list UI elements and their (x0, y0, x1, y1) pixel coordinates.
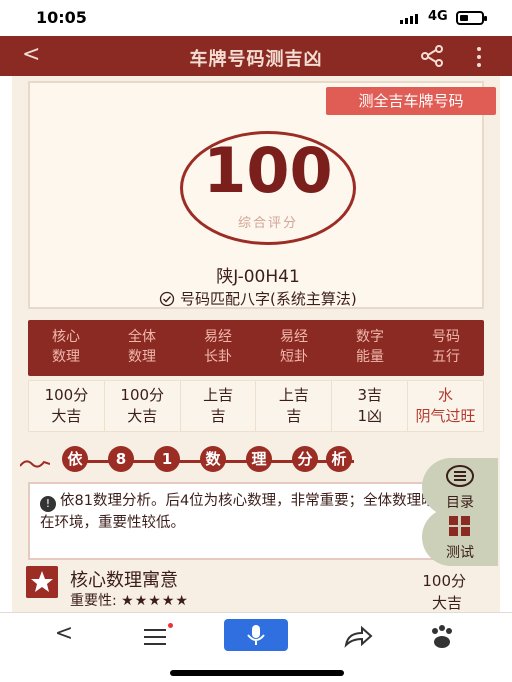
attr-label: 核心 数理 (52, 329, 80, 365)
section-char: 分 (292, 446, 318, 472)
core-number-meaning: 核心数理寓意 重要性: ★★★★★ 100分 大吉 (26, 566, 486, 612)
importance-row: 重要性: ★★★★★ (70, 590, 189, 610)
cloud-ornament-icon (20, 460, 50, 468)
grid-icon (449, 516, 470, 536)
attr-value: 3吉 1凶 (332, 381, 409, 431)
forward-share-icon[interactable] (338, 621, 378, 653)
title-bar: < 车牌号码测吉凶 (0, 36, 512, 76)
attr-value: 上吉 吉 (181, 381, 257, 431)
attr-label: 数字 能量 (356, 329, 384, 365)
paw-icon[interactable] (422, 621, 462, 653)
share-icon[interactable] (420, 45, 444, 67)
status-bar: 10:05 4G (0, 0, 512, 36)
attr-label: 全体 数理 (128, 329, 156, 365)
section-char: 数 (200, 446, 226, 472)
info-icon: ! (40, 496, 56, 512)
battery-icon (456, 11, 487, 25)
score-label: 综合评分 (237, 216, 298, 231)
star-badge-icon (26, 566, 58, 598)
status-time: 10:05 (36, 8, 87, 27)
method-text: 号码匹配八字(系统主算法) (180, 290, 357, 308)
browser-toolbar: < (0, 612, 512, 660)
section-char: 1 (154, 446, 180, 472)
full-lucky-plate-button[interactable]: 测全吉车牌号码 (326, 87, 496, 115)
more-icon[interactable] (476, 47, 482, 67)
score-value: 100 (203, 134, 333, 207)
core-grade: 大吉 (431, 594, 462, 612)
microphone-icon (247, 625, 265, 645)
importance-label: 重要性: (70, 593, 117, 609)
attr-value: 水 阴气过旺 (415, 386, 476, 425)
method-line: 号码匹配八字(系统主算法) (30, 288, 486, 309)
score-circle: 100 综合评分 (180, 131, 356, 245)
attr-value: 上吉 吉 (256, 381, 333, 431)
core-title: 核心数理寓意 (70, 570, 178, 591)
list-icon (446, 465, 474, 487)
attr-label: 易经 长卦 (204, 329, 232, 365)
back-nav-icon[interactable]: < (44, 621, 84, 653)
section-char: 8 (108, 446, 134, 472)
check-icon (160, 291, 175, 307)
attr-value: 100分 大吉 (29, 381, 105, 431)
network-label: 4G (428, 9, 448, 24)
plate-number: 陕J-00H41 (216, 267, 300, 287)
test-float-button[interactable]: 测试 (422, 508, 498, 566)
section-heading: 依 8 1 数 理 分 析 (20, 444, 428, 474)
attr-label: 易经 短卦 (280, 329, 308, 365)
attr-label: 号码 五行 (432, 329, 460, 365)
voice-search-button[interactable] (224, 619, 288, 651)
section-char: 依 (62, 446, 88, 472)
attr-value: 100分 大吉 (105, 381, 181, 431)
attribute-header-row: 核心 数理 全体 数理 易经 长卦 易经 短卦 数字 能量 号码 五行 (28, 320, 484, 376)
core-score: 100分 (422, 572, 466, 590)
test-label: 测试 (446, 545, 474, 561)
score-card: 测全吉车牌号码 100 综合评分 陕J-00H41 号码匹配八字(系统主算法) (28, 81, 496, 309)
notification-dot (168, 623, 173, 628)
section-char: 析 (326, 446, 352, 472)
analysis-notice: ! 依81数理分析。后4位为核心数理，非常重要；全体数理暗示外在环境，重要性较低。 (28, 482, 484, 560)
signal-icon (400, 14, 418, 24)
attribute-value-row: 100分 大吉 100分 大吉 上吉 吉 上吉 吉 3吉 1凶 水 阴气过旺 (28, 380, 484, 432)
section-char: 理 (246, 446, 272, 472)
home-indicator[interactable] (170, 670, 344, 676)
importance-stars: ★★★★★ (121, 593, 189, 609)
notice-text: 依81数理分析。后4位为核心数理，非常重要；全体数理暗示外在环境，重要性较低。 (40, 493, 465, 531)
